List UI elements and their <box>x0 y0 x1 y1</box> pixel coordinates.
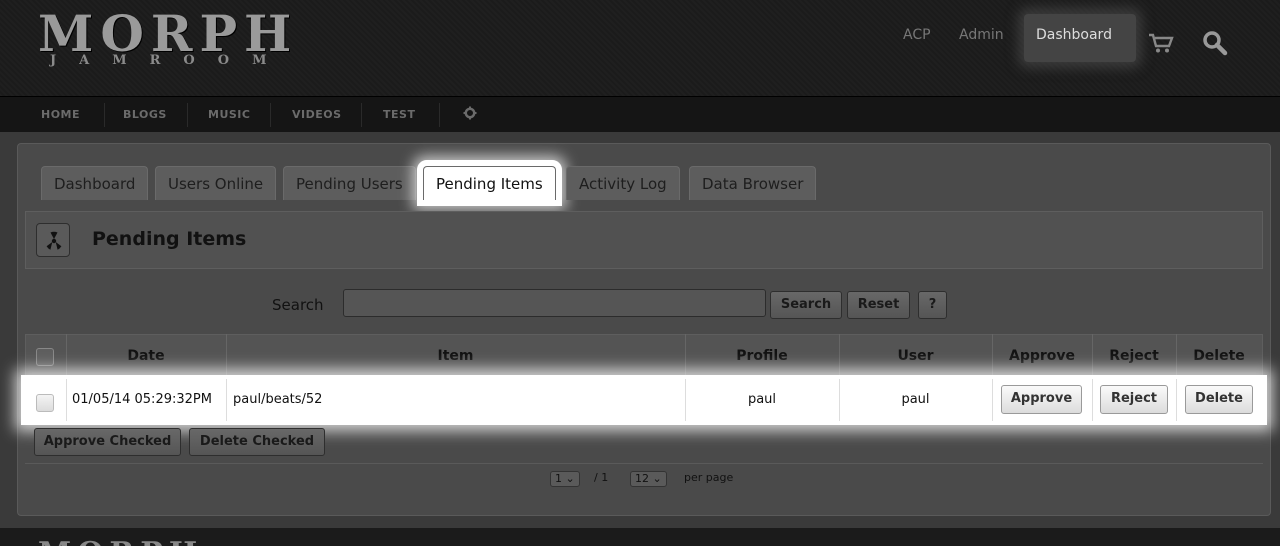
cell-divider <box>992 379 993 421</box>
main-nav: HOME BLOGS MUSIC VIDEOS TEST <box>0 96 1280 132</box>
approve-checked-button[interactable]: Approve Checked <box>34 428 181 456</box>
search-icon[interactable] <box>1202 30 1228 56</box>
nav-divider <box>270 103 271 127</box>
radiation-icon <box>46 231 62 250</box>
nav-blogs[interactable]: BLOGS <box>123 97 167 133</box>
cart-icon[interactable] <box>1148 32 1174 54</box>
page-select-value: 1 <box>555 472 562 485</box>
footer-logo: MORPH <box>38 536 203 546</box>
help-button[interactable]: ? <box>918 291 947 319</box>
nav-divider <box>361 103 362 127</box>
column-header-reject: Reject <box>1109 348 1159 364</box>
nav-dashboard-link[interactable]: Dashboard <box>1024 14 1136 62</box>
nav-videos[interactable]: VIDEOS <box>292 97 342 133</box>
site-footer: MORPH <box>0 528 1280 546</box>
cell-item-link[interactable]: paul/beats/52 <box>233 379 322 421</box>
page-count: / 1 <box>594 471 609 484</box>
tab-users-online[interactable]: Users Online <box>155 166 277 200</box>
delete-checked-button[interactable]: Delete Checked <box>189 428 325 456</box>
search-input[interactable] <box>343 289 766 317</box>
search-label: Search <box>272 296 324 314</box>
select-all-checkbox[interactable] <box>36 348 54 366</box>
nav-test[interactable]: TEST <box>383 97 415 133</box>
reset-button[interactable]: Reset <box>847 291 910 319</box>
site-logo[interactable]: MORPH JAMROOM <box>38 8 298 70</box>
column-header-date[interactable]: Date <box>66 334 226 378</box>
site-header: MORPH JAMROOM ACP Admin Dashboard <box>0 0 1280 96</box>
chevron-down-icon: ⌄ <box>652 472 662 485</box>
cell-divider <box>1176 379 1177 421</box>
column-header-item[interactable]: Item <box>226 334 685 378</box>
reject-button[interactable]: Reject <box>1100 385 1168 414</box>
delete-button[interactable]: Delete <box>1185 385 1253 414</box>
nav-divider <box>439 103 440 127</box>
tab-data-browser[interactable]: Data Browser <box>689 166 817 200</box>
cell-divider <box>226 379 227 421</box>
per-page-select[interactable]: 12 ⌄ <box>630 471 667 487</box>
tab-pending-users[interactable]: Pending Users <box>283 166 416 200</box>
column-header-profile[interactable]: Profile <box>685 334 839 378</box>
nav-divider <box>187 103 188 127</box>
nav-acp-link[interactable]: ACP <box>903 27 931 43</box>
search-button[interactable]: Search <box>770 291 842 319</box>
page-select[interactable]: 1 ⌄ <box>550 471 580 487</box>
cell-profile[interactable]: paul <box>685 379 839 421</box>
cell-divider <box>66 379 67 421</box>
nav-music[interactable]: MUSIC <box>208 97 250 133</box>
approve-button[interactable]: Approve <box>1001 385 1082 414</box>
column-header-delete: Delete <box>1193 348 1245 364</box>
gear-icon[interactable] <box>463 106 477 120</box>
row-checkbox[interactable] <box>36 394 54 412</box>
per-page-label: per page <box>684 471 734 484</box>
tab-dashboard[interactable]: Dashboard <box>41 166 149 200</box>
cell-divider <box>1092 379 1093 421</box>
module-icon <box>36 223 70 257</box>
chevron-down-icon: ⌄ <box>565 472 575 485</box>
column-header-user[interactable]: User <box>839 334 992 378</box>
tab-pending-items[interactable]: Pending Items <box>423 166 556 200</box>
per-page-select-value: 12 <box>635 472 649 485</box>
nav-admin-link[interactable]: Admin <box>959 27 1004 43</box>
tab-activity-log[interactable]: Activity Log <box>566 166 680 200</box>
cell-user[interactable]: paul <box>839 379 992 421</box>
nav-divider <box>104 103 105 127</box>
column-header-approve: Approve <box>1008 348 1076 364</box>
logo-sub-text: JAMROOM <box>50 53 290 68</box>
nav-home[interactable]: HOME <box>41 97 80 133</box>
page-title: Pending Items <box>92 228 247 250</box>
cell-date: 01/05/14 05:29:32PM <box>72 392 212 407</box>
